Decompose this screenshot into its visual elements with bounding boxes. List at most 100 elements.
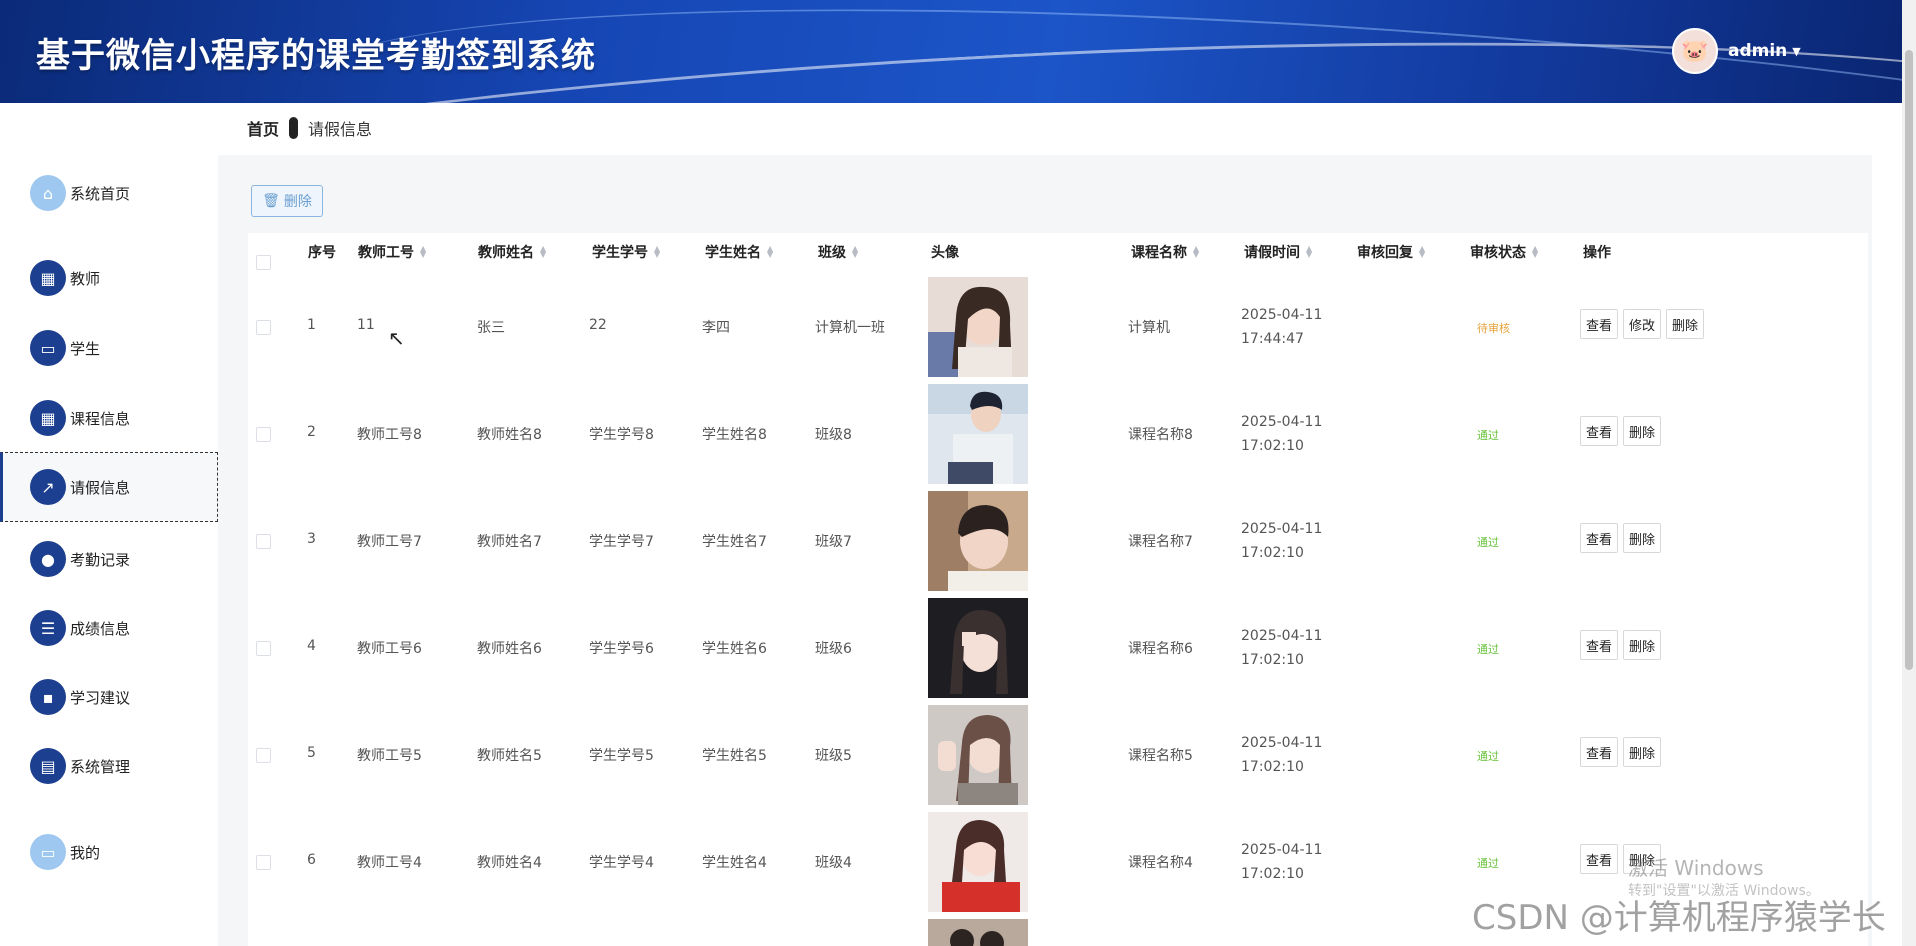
cell-course: 课程名称5: [1128, 748, 1193, 764]
cell-teacher-id: 教师工号6: [357, 641, 422, 657]
view-button[interactable]: 查看: [1580, 416, 1619, 446]
avatar-photo[interactable]: [928, 277, 1028, 377]
view-button[interactable]: 查看: [1580, 523, 1619, 553]
delete-button[interactable]: 删除: [1623, 523, 1662, 553]
cell-class: 班级7: [815, 534, 852, 550]
select-all-checkbox[interactable]: [256, 255, 271, 270]
cell-teacher-name: 教师姓名6: [477, 641, 542, 657]
col-header-student-name[interactable]: 学生姓名 ▲ ▼: [705, 242, 773, 262]
table-row: 4 教师工号6 教师姓名6 学生学号6 学生姓名6 班级6 课程名称6 2025…: [248, 594, 1868, 701]
sidebar-item-course[interactable]: ▦ 课程信息: [0, 383, 218, 453]
sidebar-item-system[interactable]: ▤ 系统管理: [0, 731, 218, 801]
view-button[interactable]: 查看: [1580, 630, 1619, 660]
sidebar-item-grades[interactable]: ☰ 成绩信息: [0, 593, 218, 663]
avatar-photo[interactable]: [928, 384, 1028, 484]
breadcrumb-home[interactable]: 首页: [247, 116, 279, 140]
row-actions: 查看 删除: [1580, 416, 1662, 446]
cell-class: 计算机一班: [815, 320, 885, 336]
cell-class: 班级6: [815, 641, 852, 657]
cell-student-name: 学生姓名5: [702, 748, 767, 764]
view-button[interactable]: 查看: [1580, 844, 1619, 874]
sidebar-item-mine[interactable]: ▭ 我的: [0, 817, 218, 887]
sort-icon: ▲ ▼: [1306, 244, 1313, 259]
cell-student-name: 李四: [702, 320, 730, 336]
sort-icon: ▲ ▼: [1193, 244, 1200, 259]
table-row: 2 教师工号8 教师姓名8 学生学号8 学生姓名8 班级8 课程名称8 2025…: [248, 380, 1868, 487]
view-button[interactable]: 查看: [1580, 737, 1619, 767]
username[interactable]: admin: [1728, 41, 1787, 61]
cell-teacher-name: 教师姓名8: [477, 427, 542, 443]
status-badge: 待审核: [1477, 322, 1510, 335]
user-icon: ●: [30, 541, 66, 577]
avatar-photo[interactable]: [928, 598, 1028, 698]
cell-student-id: 22: [589, 317, 607, 333]
cell-student-id: 学生学号6: [589, 641, 654, 657]
mouse-cursor-icon: ↖: [388, 326, 405, 350]
view-button[interactable]: 查看: [1580, 309, 1619, 339]
col-header-reply[interactable]: 审核回复 ▲ ▼: [1357, 242, 1425, 262]
main-content: 🗑 删除 序号 教师工号 ▲ ▼ 教师姓名 ▲ ▼ 学生学号 ▲ ▼ 学生姓名 ▲ ▼ 班级 ▲ ▼…: [218, 155, 1872, 946]
breadcrumb-current: 请假信息: [308, 120, 373, 139]
edit-button[interactable]: 修改: [1623, 309, 1662, 339]
cell-no: 3: [307, 531, 316, 547]
sidebar-item-advice[interactable]: ▪ 学习建议: [0, 662, 218, 732]
avatar-photo[interactable]: [928, 919, 1028, 946]
trash-icon: 🗑: [262, 193, 280, 209]
sidebar-item-label: 学习建议: [70, 688, 131, 707]
col-header-student-id[interactable]: 学生学号 ▲ ▼: [592, 242, 660, 262]
caret-down-icon[interactable]: ▼: [1792, 45, 1800, 58]
cell-course: 课程名称7: [1128, 534, 1193, 550]
row-checkbox[interactable]: [256, 427, 271, 442]
cell-leave-time: 2025-04-11 17:02:10: [1241, 521, 1323, 561]
chart-icon: ↗: [30, 469, 66, 505]
cell-student-id: 学生学号7: [589, 534, 654, 550]
avatar[interactable]: 🐷: [1672, 28, 1718, 74]
row-checkbox[interactable]: [256, 320, 271, 335]
cell-no: 4: [307, 638, 316, 654]
sidebar-item-home[interactable]: ⌂ 系统首页: [0, 158, 218, 228]
delete-button[interactable]: 删除: [1623, 630, 1662, 660]
col-header-status[interactable]: 审核状态 ▲ ▼: [1470, 242, 1538, 262]
delete-button[interactable]: 删除: [1666, 309, 1705, 339]
avatar-photo[interactable]: [928, 812, 1028, 912]
delete-button[interactable]: 删除: [1623, 416, 1662, 446]
chat-icon: ▪: [30, 679, 66, 715]
avatar-photo[interactable]: [928, 491, 1028, 591]
batch-delete-button[interactable]: 🗑 删除: [251, 185, 323, 217]
col-header-course[interactable]: 课程名称 ▲ ▼: [1131, 242, 1199, 262]
sidebar-item-leave[interactable]: ↗ 请假信息: [0, 452, 218, 522]
cell-teacher-id: 教师工号8: [357, 427, 422, 443]
col-header-class[interactable]: 班级 ▲ ▼: [818, 242, 858, 262]
sidebar-item-attendance[interactable]: ● 考勤记录: [0, 524, 218, 594]
col-header-avatar: 头像: [931, 245, 959, 261]
delete-button[interactable]: 删除: [1623, 737, 1662, 767]
vertical-scrollbar[interactable]: [1902, 0, 1916, 946]
card-icon: ▭: [30, 834, 66, 870]
cell-course: 计算机: [1128, 320, 1170, 336]
cell-teacher-name: 教师姓名4: [477, 855, 542, 871]
table-row: 1 11 张三 22 李四 计算机一班 计算机 2025-04-11 17:44…: [248, 273, 1868, 380]
cell-leave-time: 2025-04-11 17:02:10: [1241, 735, 1323, 775]
col-header-teacher-name[interactable]: 教师姓名 ▲ ▼: [478, 242, 546, 262]
scrollbar-thumb[interactable]: [1905, 50, 1913, 670]
col-header-leave-time[interactable]: 请假时间 ▲ ▼: [1244, 242, 1312, 262]
cell-student-name: 学生姓名4: [702, 855, 767, 871]
row-checkbox[interactable]: [256, 855, 271, 870]
row-checkbox[interactable]: [256, 641, 271, 656]
sidebar-item-label: 系统管理: [70, 757, 131, 776]
csdn-watermark: CSDN @计算机程序猿学长: [1472, 898, 1886, 938]
sidebar-item-student[interactable]: ▭ 学生: [0, 313, 218, 383]
row-checkbox[interactable]: [256, 748, 271, 763]
status-badge: 通过: [1477, 643, 1499, 656]
col-header-teacher-id[interactable]: 教师工号 ▲ ▼: [358, 242, 426, 262]
sidebar-item-teacher[interactable]: ▦ 教师: [0, 243, 218, 313]
user-menu[interactable]: 🐷 admin ▼: [1672, 28, 1801, 74]
avatar-photo[interactable]: [928, 705, 1028, 805]
clipboard-icon: ▤: [30, 748, 66, 784]
cell-student-id: 学生学号4: [589, 855, 654, 871]
row-checkbox[interactable]: [256, 534, 271, 549]
sort-icon: ▲ ▼: [1419, 244, 1426, 259]
windows-activate-watermark: 激活 Windows: [1628, 856, 1764, 880]
table-row: 3 教师工号7 教师姓名7 学生学号7 学生姓名7 班级7 课程名称7 2025…: [248, 487, 1868, 594]
sort-icon: ▲ ▼: [654, 244, 661, 259]
